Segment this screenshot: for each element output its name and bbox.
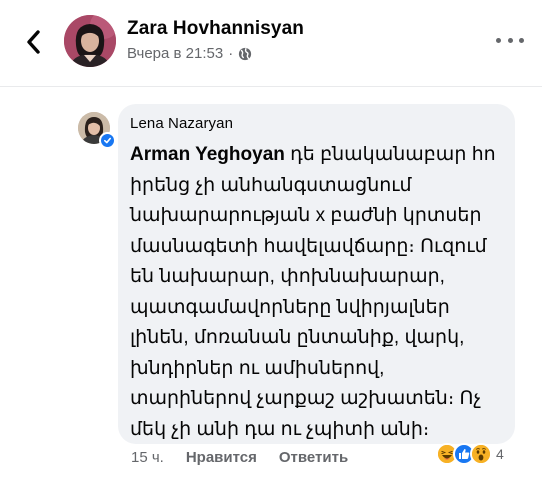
globe-icon[interactable] [238, 47, 252, 61]
mentioned-user[interactable]: Arman Yeghoyan [130, 144, 285, 165]
verified-check-icon [99, 132, 116, 149]
reaction-summary[interactable]: 4 [436, 441, 504, 467]
comment-body: դե բնականաբար հո իրենց չի անհանգստացնում… [130, 144, 496, 440]
more-options-button[interactable] [496, 30, 524, 50]
commenter-name[interactable]: Lena Nazaryan [130, 115, 503, 132]
reaction-count: 4 [496, 446, 504, 462]
meta-separator: · [228, 45, 234, 62]
comment-time[interactable]: 15 ч. [131, 449, 164, 466]
post-header: Zara Hovhannisyan Вчера в 21:53 · [0, 0, 542, 86]
author-name[interactable]: Zara Hovhannisyan [127, 18, 304, 40]
more-dots-icon [496, 37, 501, 43]
comment-bubble: Lena Nazaryan Arman Yeghoyan դե բնականաբ… [118, 104, 515, 444]
post-meta: Вчера в 21:53 · [127, 45, 252, 62]
wow-icon [470, 443, 492, 465]
comment-text: Arman Yeghoyan դե բնականաբար հո իրենց չի… [130, 140, 504, 445]
back-button[interactable] [18, 26, 48, 58]
like-button[interactable]: Нравится [186, 449, 257, 466]
comment-actions: 15 ч. Нравится Ответить [131, 449, 370, 466]
chevron-left-icon [27, 30, 40, 54]
reply-button[interactable]: Ответить [279, 449, 348, 466]
post-timestamp[interactable]: Вчера в 21:53 [127, 45, 223, 62]
author-avatar[interactable] [64, 15, 116, 67]
header-divider [0, 86, 542, 87]
commenter-avatar[interactable] [78, 112, 116, 149]
